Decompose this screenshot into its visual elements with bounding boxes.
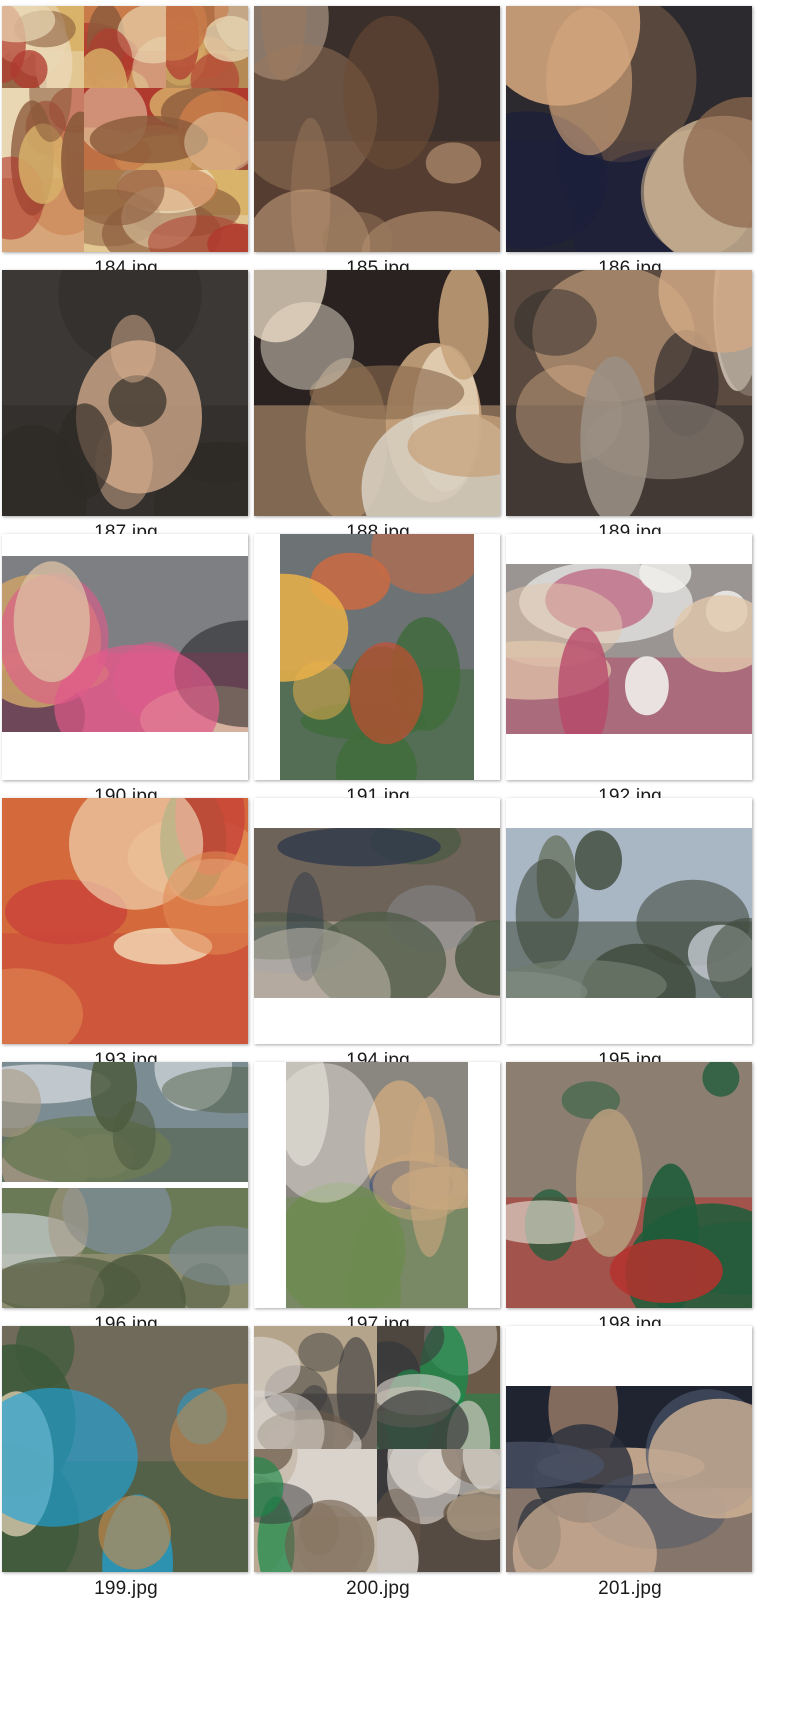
file-thumbnail[interactable]: 184.jpg: [0, 0, 276, 290]
thumbnail-frame[interactable]: [254, 270, 500, 516]
thumbnail-frame[interactable]: [506, 1326, 752, 1572]
file-thumbnail[interactable]: 197.jpg: [252, 1056, 528, 1346]
file-thumbnail[interactable]: 201.jpg: [504, 1320, 780, 1610]
selfie-icon: [506, 6, 752, 252]
file-thumbnail[interactable]: 191.jpg: [252, 528, 528, 818]
cafe-collage-icon: [254, 1326, 500, 1572]
collage-tile: [377, 1449, 500, 1572]
collage-tile: [254, 1449, 377, 1572]
thumbnail-frame[interactable]: [254, 1326, 500, 1572]
file-thumbnail[interactable]: 186.jpg: [504, 0, 780, 290]
thumbnail-frame[interactable]: [506, 270, 752, 516]
collage-tile: [2, 1062, 248, 1182]
thumbnail-frame[interactable]: [506, 798, 752, 1044]
file-thumbnail[interactable]: 187.jpg: [0, 264, 276, 554]
collage-divider: [2, 1182, 248, 1188]
group-photo-icon: [506, 564, 752, 734]
thumbnail-frame[interactable]: [506, 534, 752, 780]
thumbnail-frame[interactable]: [2, 1326, 248, 1572]
thumbnail-frame[interactable]: [254, 798, 500, 1044]
birthday-cake-photo-icon: [254, 270, 500, 516]
selfie-icon: [2, 270, 248, 516]
selfie-icon: [254, 6, 500, 252]
cafe-portrait-icon: [286, 1062, 468, 1308]
thumbnail-frame[interactable]: [254, 534, 500, 780]
thumbnail-frame[interactable]: [2, 1062, 248, 1308]
collage-tile: [84, 6, 166, 88]
collage-tile: [377, 1326, 500, 1449]
file-thumbnail[interactable]: 200.jpg: [252, 1320, 528, 1610]
group-photo-icon: [506, 1386, 752, 1572]
file-thumbnail[interactable]: 189.jpg: [504, 264, 780, 554]
mountain-view-photo-icon: [506, 828, 752, 998]
file-thumbnail[interactable]: 196.jpg: [0, 1056, 276, 1346]
collage-tile: [2, 1188, 248, 1308]
group-photo-icon: [2, 556, 248, 732]
file-thumbnail[interactable]: 185.jpg: [252, 0, 528, 290]
seafood-dish-icon: [2, 798, 248, 1044]
file-name-label: 201.jpg: [598, 1578, 662, 1599]
food-collage-icon: [2, 6, 248, 252]
collage-tile: [254, 1326, 377, 1449]
thumbnail-frame[interactable]: [2, 270, 248, 516]
waterfall-photo-icon: [254, 828, 500, 998]
thumbnail-grid: 184.jpg 185.jpg 186.jpg 187.jpg 188.jpg 189.j…: [0, 0, 807, 1722]
file-thumbnail[interactable]: 195.jpg: [504, 792, 780, 1082]
coffee-cup-icon: [2, 1326, 248, 1572]
collage-tile: [2, 88, 84, 252]
thumbnail-frame[interactable]: [254, 1062, 500, 1308]
thumbnail-frame[interactable]: [2, 6, 248, 252]
thumbnail-frame[interactable]: [506, 6, 752, 252]
file-name-label: 200.jpg: [346, 1578, 410, 1599]
landscape-collage-icon: [2, 1062, 248, 1308]
collage-tile: [166, 6, 248, 88]
food-table-icon: [280, 534, 474, 780]
file-thumbnail[interactable]: 192.jpg: [504, 528, 780, 818]
thumbnail-frame[interactable]: [2, 798, 248, 1044]
thumbnail-frame[interactable]: [254, 6, 500, 252]
file-thumbnail[interactable]: 190.jpg: [0, 528, 276, 818]
collage-tile: [2, 6, 84, 88]
collage-tile: [84, 88, 248, 170]
thumbnail-frame[interactable]: [506, 1062, 752, 1308]
group-selfie-icon: [506, 270, 752, 516]
collage-tile: [84, 170, 248, 252]
file-thumbnail[interactable]: 194.jpg: [252, 792, 528, 1082]
file-name-label: 199.jpg: [94, 1578, 158, 1599]
thumbnail-frame[interactable]: [2, 534, 248, 780]
file-thumbnail[interactable]: 188.jpg: [252, 264, 528, 554]
file-thumbnail[interactable]: 198.jpg: [504, 1056, 780, 1346]
backpack-coffee-icon: [506, 1062, 752, 1308]
file-thumbnail[interactable]: 193.jpg: [0, 792, 276, 1082]
file-thumbnail[interactable]: 199.jpg: [0, 1320, 276, 1610]
